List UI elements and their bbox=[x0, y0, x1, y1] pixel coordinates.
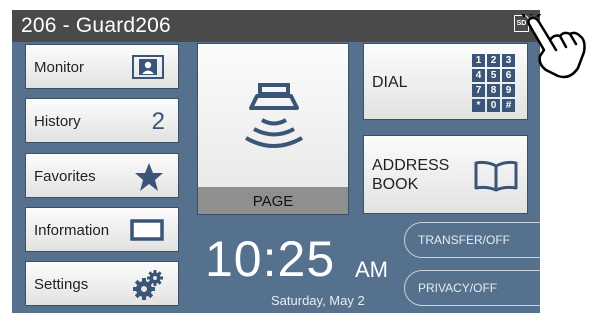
keypad-key: 2 bbox=[487, 54, 500, 67]
history-button[interactable]: History 2 bbox=[25, 98, 179, 143]
address-book-label-line2: BOOK bbox=[372, 176, 419, 193]
page-button[interactable]: PAGE bbox=[197, 43, 349, 215]
station-title: 206 - Guard206 bbox=[21, 14, 171, 37]
favorites-label: Favorites bbox=[34, 168, 96, 185]
pointing-hand-icon bbox=[521, 14, 586, 79]
keypad-key: 1 bbox=[472, 54, 485, 67]
keypad-key: 3 bbox=[502, 54, 515, 67]
keypad-key: 7 bbox=[472, 84, 485, 97]
information-icon bbox=[130, 219, 164, 241]
keypad-key: 8 bbox=[487, 84, 500, 97]
address-book-button[interactable]: ADDRESS BOOK bbox=[363, 135, 528, 214]
dial-label: DIAL bbox=[372, 74, 408, 91]
keypad-icon: 1 2 3 4 5 6 7 8 9 * 0 # bbox=[472, 54, 515, 112]
keypad-key: 0 bbox=[487, 99, 500, 112]
dial-button[interactable]: DIAL 1 2 3 4 5 6 7 8 9 * 0 # bbox=[363, 43, 528, 120]
history-count-badge: 2 bbox=[151, 108, 165, 135]
favorites-button[interactable]: Favorites bbox=[25, 153, 179, 198]
keypad-key: 4 bbox=[472, 69, 485, 82]
information-button[interactable]: Information bbox=[25, 207, 179, 252]
keypad-key: 6 bbox=[502, 69, 515, 82]
clock-time: 10:25 bbox=[205, 231, 336, 287]
open-book-icon bbox=[474, 160, 518, 192]
keypad-key: 5 bbox=[487, 69, 500, 82]
monitor-label: Monitor bbox=[34, 59, 85, 76]
page-caption: PAGE bbox=[198, 187, 348, 214]
settings-label: Settings bbox=[34, 276, 89, 293]
intercom-screen: 206 - Guard206 SD Monitor History 2 Favo… bbox=[12, 10, 540, 313]
privacy-label: PRIVACY/OFF bbox=[418, 281, 498, 295]
speaker-page-icon bbox=[245, 83, 303, 148]
history-label: History bbox=[34, 113, 81, 130]
address-book-label-line1: ADDRESS bbox=[372, 157, 450, 174]
clock-ampm: AM bbox=[355, 257, 388, 282]
transfer-label: TRANSFER/OFF bbox=[418, 233, 510, 247]
keypad-key: # bbox=[502, 99, 515, 112]
keypad-key: * bbox=[472, 99, 485, 112]
keypad-key: 9 bbox=[502, 84, 515, 97]
star-icon bbox=[135, 163, 163, 191]
title-bar: 206 - Guard206 SD bbox=[12, 10, 540, 42]
monitor-button[interactable]: Monitor bbox=[25, 44, 179, 89]
settings-button[interactable]: Settings bbox=[25, 261, 179, 306]
clock-date: Saturday, May 2 bbox=[271, 293, 365, 308]
monitor-icon bbox=[132, 55, 164, 79]
privacy-toggle[interactable]: PRIVACY/OFF bbox=[404, 270, 540, 306]
transfer-toggle[interactable]: TRANSFER/OFF bbox=[404, 222, 540, 258]
information-label: Information bbox=[34, 222, 110, 239]
gears-icon bbox=[133, 270, 163, 300]
